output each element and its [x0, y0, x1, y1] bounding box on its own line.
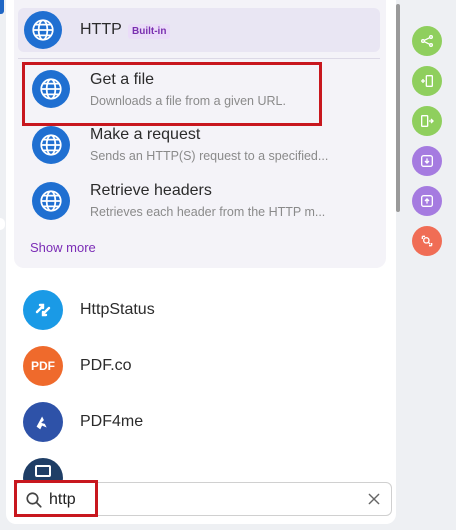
http-module-card: HTTP Built-in Get a file Downloads a fil…: [14, 0, 386, 268]
scrollbar[interactable]: [396, 4, 400, 212]
action-make-a-request[interactable]: Make a request Sends an HTTP(S) request …: [14, 118, 386, 172]
action-title: Make a request: [90, 126, 201, 143]
divider: [18, 58, 380, 59]
highlight-box: [22, 62, 322, 126]
http-module-header[interactable]: HTTP Built-in: [18, 8, 380, 52]
show-more-link[interactable]: Show more: [30, 240, 96, 255]
insert-icon[interactable]: [412, 66, 442, 96]
share-icon[interactable]: [412, 26, 442, 56]
globe-icon: [32, 182, 70, 220]
search-plus-icon[interactable]: [412, 226, 442, 256]
download-icon[interactable]: [412, 146, 442, 176]
built-in-badge: Built-in: [128, 24, 171, 39]
httpstatus-icon: [23, 290, 63, 330]
app-picker-screen: HTTP Built-in Get a file Downloads a fil…: [0, 0, 456, 530]
app-name: PDF.co: [80, 357, 132, 374]
pdfco-icon-text: PDF: [31, 359, 55, 373]
action-description: Retrieves each header from the HTTP m...: [90, 205, 326, 219]
app-name: HttpStatus: [80, 301, 155, 318]
canvas-edge-handle: [0, 218, 5, 230]
action-description: Sends an HTTP(S) request to a specified.…: [90, 149, 329, 163]
globe-icon: [32, 126, 70, 164]
action-retrieve-headers[interactable]: Retrieve headers Retrieves each header f…: [14, 174, 386, 228]
globe-icon: [24, 11, 62, 49]
canvas-edge-marker: [0, 0, 4, 14]
export-icon[interactable]: [412, 106, 442, 136]
app-item-pdfco[interactable]: PDF PDF.co: [6, 342, 386, 390]
app-name: PDF4me: [80, 413, 144, 430]
module-picker-panel: HTTP Built-in Get a file Downloads a fil…: [6, 0, 396, 524]
app-item-pdf4me[interactable]: PDF4me: [6, 398, 386, 446]
upload-icon[interactable]: [412, 186, 442, 216]
highlight-box: [14, 480, 98, 517]
action-title: Retrieve headers: [90, 182, 212, 199]
app-item-httpstatus[interactable]: HttpStatus: [6, 286, 386, 334]
pdfco-icon: PDF: [23, 346, 63, 386]
pdf4me-icon: [23, 402, 63, 442]
http-module-title: HTTP: [80, 21, 122, 38]
close-icon[interactable]: [367, 492, 381, 506]
